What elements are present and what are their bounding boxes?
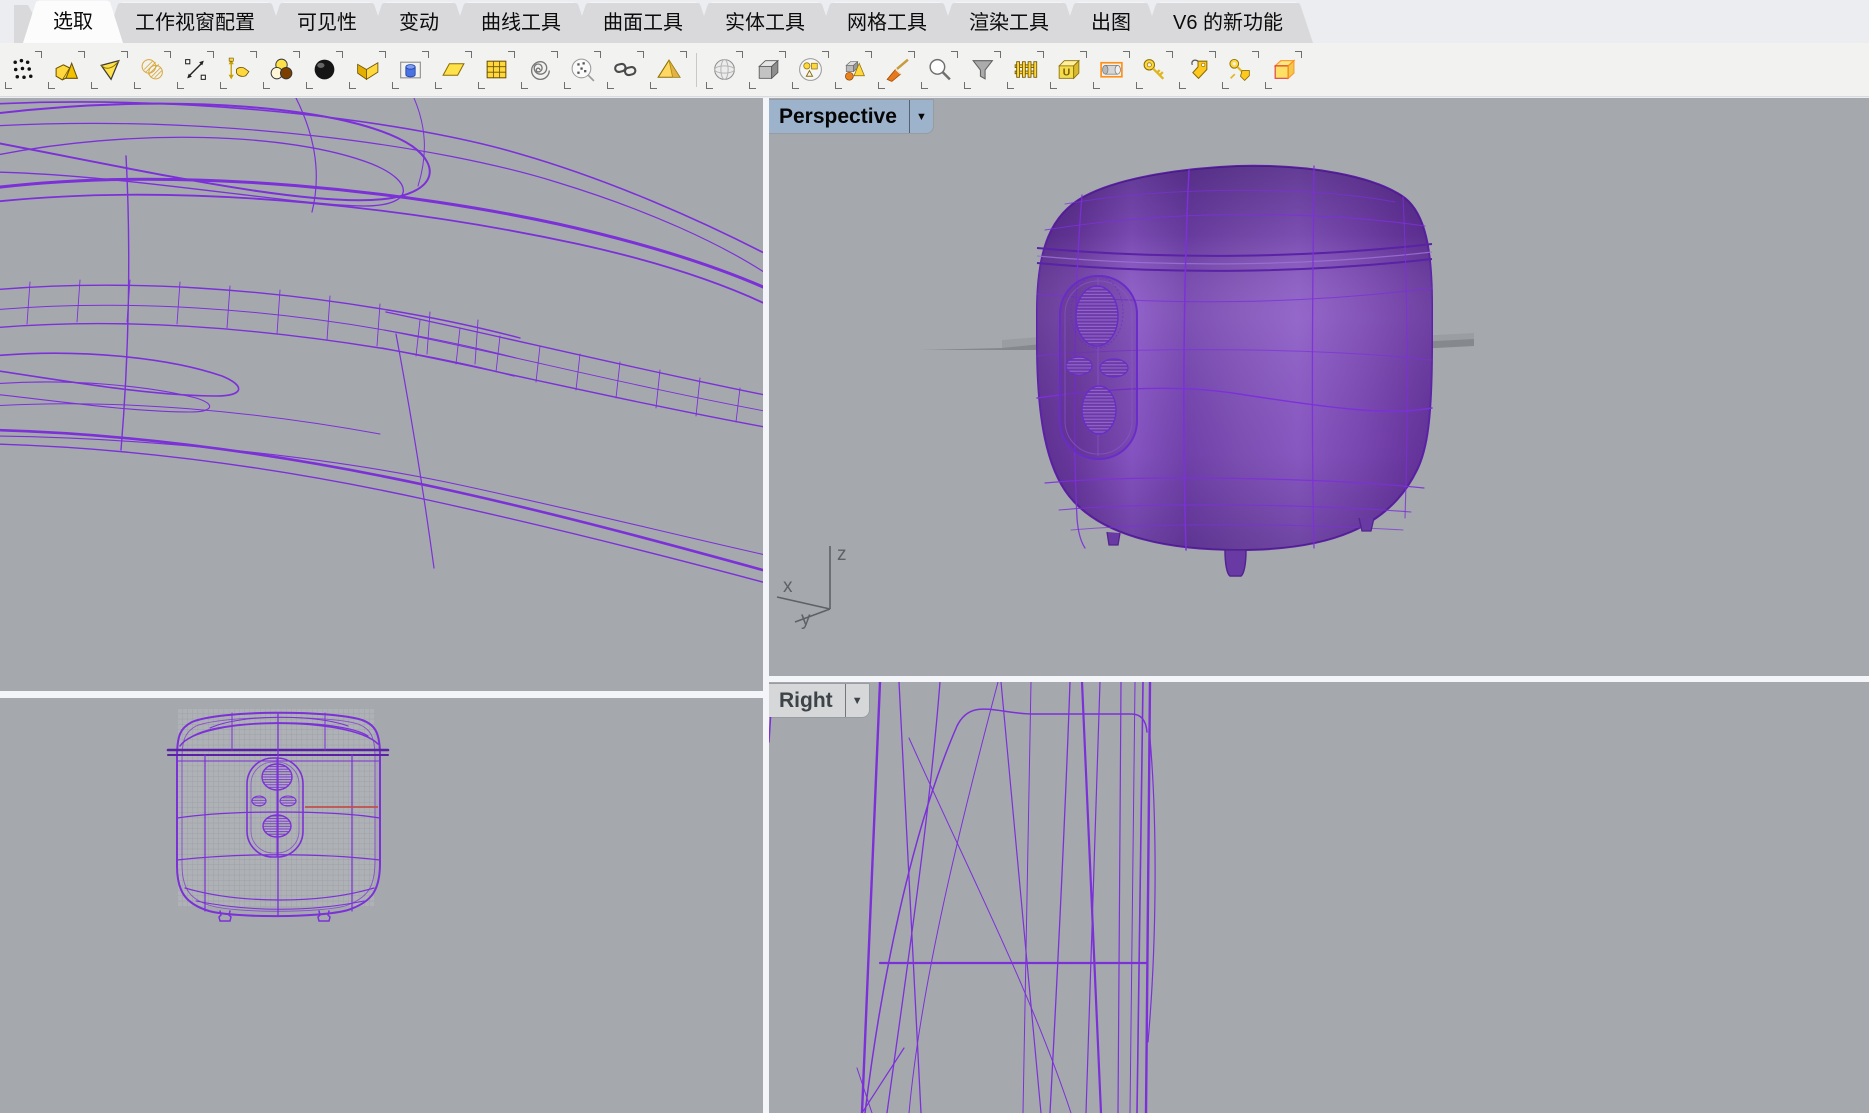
viewport-perspective[interactable]: z x y Perspective ▼ (769, 98, 1869, 676)
viewport-front-wireframe[interactable] (0, 698, 763, 1113)
viewport-label-perspective[interactable]: Perspective ▼ (769, 100, 933, 133)
move-arrows-icon[interactable] (174, 47, 217, 93)
tab-label: V6 的新功能 (1173, 12, 1283, 34)
tab-label: 工作视窗配置 (135, 12, 255, 34)
cylinder-highlight-box-icon[interactable] (1090, 47, 1133, 93)
tab-7[interactable]: 实体工具 (695, 2, 835, 43)
right-label-text: Right (769, 684, 845, 717)
paintbrush-icon[interactable] (875, 47, 918, 93)
toolbar-separator (696, 53, 697, 87)
axis-x-label: x (783, 576, 793, 597)
tab-label: 出图 (1091, 12, 1131, 34)
magnifier-icon[interactable] (918, 47, 961, 93)
axis-z-label: z (837, 544, 847, 565)
points-grid-icon[interactable] (2, 47, 45, 93)
tab-6[interactable]: 曲面工具 (573, 2, 713, 43)
tab-label: 可见性 (297, 12, 357, 34)
tab-2[interactable]: 工作视窗配置 (105, 2, 285, 43)
perspective-canvas: z x y (769, 98, 1869, 676)
viewport-label-right[interactable]: Right ▼ (769, 684, 869, 717)
fence-icon[interactable] (1004, 47, 1047, 93)
svg-text:U: U (1063, 68, 1071, 79)
gray-sphere-icon[interactable] (703, 47, 746, 93)
tab-label: 实体工具 (725, 12, 805, 34)
plane-icon[interactable] (432, 47, 475, 93)
tab-label: 网格工具 (847, 12, 927, 34)
tab-label: 曲面工具 (603, 12, 683, 34)
u-box-icon[interactable]: U (1047, 47, 1090, 93)
cone-icon[interactable] (88, 47, 131, 93)
viewport-top-wireframe[interactable] (0, 98, 763, 691)
group-objects-icon[interactable] (832, 47, 875, 93)
tab-9[interactable]: 渲染工具 (939, 2, 1079, 43)
funnel-filter-icon[interactable] (961, 47, 1004, 93)
right-canvas (769, 682, 1869, 1113)
hatch-circles-icon[interactable] (131, 47, 174, 93)
tab-bar: 选取 工作视窗配置 可见性 变动 曲线工具 曲面工具 实体工具 网格工具 渲染工具 出图 V6 的新… (0, 0, 1869, 43)
cplane-axis-gizmo: z x y (777, 544, 847, 630)
tab-8[interactable]: 网格工具 (817, 2, 957, 43)
color-spheres-icon[interactable] (260, 47, 303, 93)
top-wireframe-canvas (0, 98, 763, 691)
rhino-window: 选取 工作视窗配置 可见性 变动 曲线工具 曲面工具 实体工具 网格工具 渲染工具 出图 V6 的新… (0, 0, 1869, 1113)
mesh-grid-icon[interactable] (475, 47, 518, 93)
tab-label: 变动 (399, 12, 439, 34)
cylinder-box-icon[interactable] (389, 47, 432, 93)
gray-cube-icon[interactable] (746, 47, 789, 93)
tab-label: 曲线工具 (481, 12, 561, 34)
toolbar: U (0, 43, 1869, 97)
tab-11[interactable]: V6 的新功能 (1143, 2, 1313, 43)
front-canvas (0, 698, 763, 1113)
perspective-label-text: Perspective (769, 100, 909, 133)
tab-1[interactable]: 选取 (23, 0, 123, 43)
viewport-grid: z x y Perspective ▼ (0, 98, 1869, 1113)
chevron-down-icon[interactable]: ▼ (845, 684, 869, 717)
pyramid-icon[interactable] (647, 47, 690, 93)
spiral-icon[interactable] (518, 47, 561, 93)
tag-icon[interactable] (1176, 47, 1219, 93)
chain-links-icon[interactable] (604, 47, 647, 93)
tab-3[interactable]: 可见性 (267, 2, 387, 43)
dimension-hand-icon[interactable] (217, 47, 260, 93)
axis-y-label: y (801, 609, 811, 630)
open-surface-icon[interactable] (346, 47, 389, 93)
key-icon[interactable] (1133, 47, 1176, 93)
tab-label: 渲染工具 (969, 12, 1049, 34)
point-cloud-icon[interactable] (561, 47, 604, 93)
control-panel (1060, 276, 1137, 459)
solids-box-cone-icon[interactable] (45, 47, 88, 93)
cooker-3d-object (1037, 166, 1432, 576)
highlight-box-icon[interactable] (1262, 47, 1305, 93)
tab-label: 选取 (53, 11, 93, 33)
key-tag-icon[interactable] (1219, 47, 1262, 93)
tab-5[interactable]: 曲线工具 (451, 2, 591, 43)
chevron-down-icon[interactable]: ▼ (909, 100, 933, 133)
viewport-right[interactable]: Right ▼ (769, 682, 1869, 1113)
black-sphere-icon[interactable] (303, 47, 346, 93)
shapes-circle-icon[interactable] (789, 47, 832, 93)
